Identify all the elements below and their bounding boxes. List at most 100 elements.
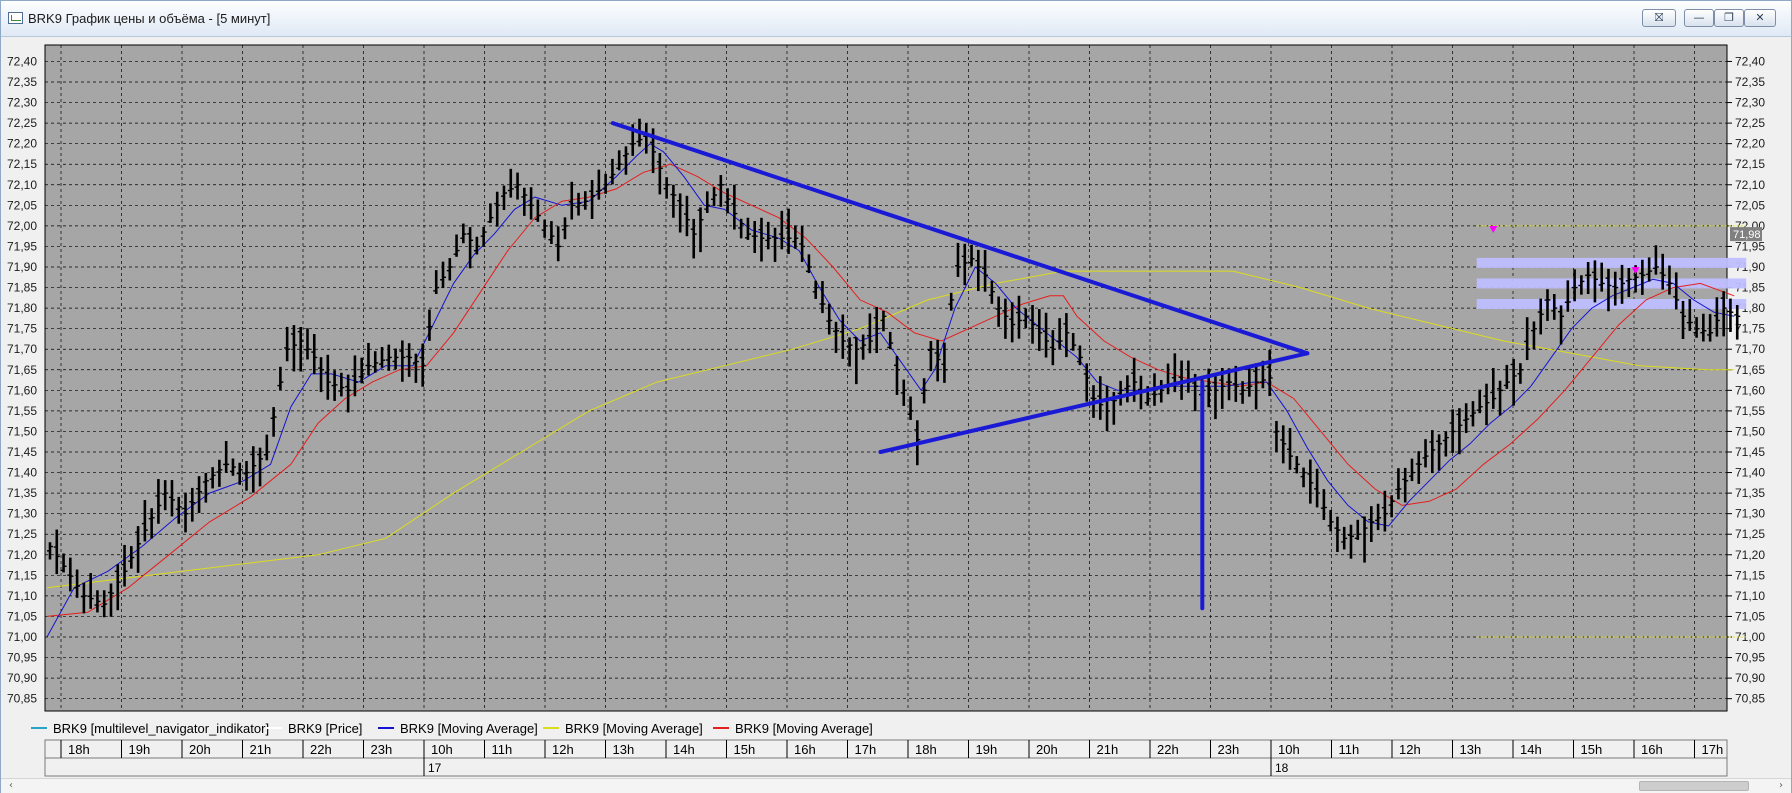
legend-label: BRK9 [Moving Average] — [400, 721, 538, 736]
y-tick-label-right: 70,90 — [1735, 671, 1765, 685]
y-tick-label-left: 72,40 — [7, 54, 37, 68]
y-tick-label-left: 71,00 — [7, 630, 37, 644]
legend-label: BRK9 [multilevel_navigator_indikator] — [53, 721, 269, 736]
hour-label: 23h — [371, 742, 393, 757]
y-tick-label-left: 71,70 — [7, 342, 37, 356]
hour-label: 22h — [1157, 742, 1179, 757]
level-band — [1476, 278, 1747, 289]
pin-window-button[interactable]: ⛝ — [1642, 9, 1676, 27]
y-tick-label-right: 72,35 — [1735, 75, 1765, 89]
hour-label: 23h — [1218, 742, 1240, 757]
price-chart[interactable]: 72,40 72,40 72,35 72,35 72,30 72,30 72,25 72,25… — [1, 37, 1791, 778]
hour-label: 16h — [1641, 742, 1663, 757]
y-tick-label-left: 72,20 — [7, 137, 37, 151]
y-tick-label-left: 72,05 — [7, 198, 37, 212]
hour-label: 20h — [189, 742, 211, 757]
y-tick-label-left: 71,75 — [7, 322, 37, 336]
y-tick-label-right: 72,40 — [1735, 54, 1765, 68]
y-tick-label-right: 71,15 — [1735, 568, 1765, 582]
y-tick-label-left: 71,05 — [7, 609, 37, 623]
legend-label: BRK9 [Moving Average] — [565, 721, 703, 736]
y-tick-label-left: 71,55 — [7, 404, 37, 418]
close-button[interactable]: ✕ — [1744, 9, 1776, 27]
hour-label: 11h — [1339, 742, 1360, 757]
y-tick-label-right: 70,95 — [1735, 651, 1765, 665]
y-tick-label-right: 71,55 — [1735, 404, 1765, 418]
horizontal-scrollbar[interactable]: ‹ › — [1, 778, 1791, 793]
y-tick-label-left: 70,85 — [7, 692, 37, 706]
day-label: 18 — [1275, 761, 1289, 775]
y-tick-label-right: 71,05 — [1735, 609, 1765, 623]
scroll-thumb[interactable] — [1639, 781, 1749, 791]
legend-label: BRK9 [Moving Average] — [735, 721, 873, 736]
hour-label: 10h — [431, 742, 453, 757]
y-tick-label-right: 72,20 — [1735, 137, 1765, 151]
y-tick-label-left: 71,60 — [7, 383, 37, 397]
y-tick-label-left: 71,85 — [7, 281, 37, 295]
y-tick-label-left: 71,20 — [7, 548, 37, 562]
hour-label: 22h — [310, 742, 332, 757]
day-label: 17 — [428, 761, 442, 775]
y-tick-label-left: 72,10 — [7, 178, 37, 192]
hour-label: 10h — [1278, 742, 1300, 757]
y-tick-label-left: 71,15 — [7, 568, 37, 582]
y-tick-label-left: 71,95 — [7, 239, 37, 253]
window-title: BRK9 График цены и объёма - [5 минут] — [28, 11, 271, 26]
y-tick-label-left: 72,30 — [7, 96, 37, 110]
chart-app-icon — [8, 12, 23, 24]
y-tick-label-right: 71,35 — [1735, 486, 1765, 500]
hour-label: 18h — [915, 742, 937, 757]
y-tick-label-right: 71,10 — [1735, 589, 1765, 603]
hour-label: 21h — [250, 742, 272, 757]
legend-label: BRK9 [Price] — [288, 721, 362, 736]
hour-label: 13h — [1460, 742, 1482, 757]
hour-label: 19h — [129, 742, 151, 757]
y-tick-label-right: 71,60 — [1735, 383, 1765, 397]
title-bar[interactable]: BRK9 График цены и объёма - [5 минут] ⛝ … — [1, 1, 1791, 37]
y-tick-label-left: 72,35 — [7, 75, 37, 89]
y-tick-label-left: 70,90 — [7, 671, 37, 685]
y-tick-label-right: 71,30 — [1735, 507, 1765, 521]
y-tick-label-right: 72,15 — [1735, 157, 1765, 171]
y-tick-label-left: 72,15 — [7, 157, 37, 171]
hour-label: 20h — [1036, 742, 1058, 757]
y-tick-label-left: 72,25 — [7, 116, 37, 130]
y-tick-label-right: 71,00 — [1735, 630, 1765, 644]
level-band — [1476, 257, 1747, 268]
current-price-label: 71,98 — [1733, 229, 1761, 241]
hour-label: 13h — [613, 742, 635, 757]
y-tick-label-right: 71,25 — [1735, 527, 1765, 541]
y-tick-label-right: 71,45 — [1735, 445, 1765, 459]
y-tick-label-right: 71,70 — [1735, 342, 1765, 356]
hour-label: 19h — [976, 742, 998, 757]
scroll-left-arrow-icon[interactable]: ‹ — [3, 779, 19, 793]
hour-label: 12h — [552, 742, 574, 757]
y-tick-label-right: 72,10 — [1735, 178, 1765, 192]
y-tick-label-left: 70,95 — [7, 651, 37, 665]
hour-label: 15h — [734, 742, 756, 757]
y-tick-label-left: 71,45 — [7, 445, 37, 459]
minimize-button[interactable]: — — [1684, 9, 1714, 27]
scroll-right-arrow-icon[interactable]: › — [1773, 779, 1789, 793]
y-tick-label-right: 71,50 — [1735, 424, 1765, 438]
y-tick-label-right: 72,05 — [1735, 198, 1765, 212]
y-tick-label-right: 71,95 — [1735, 239, 1765, 253]
hour-label: 17h — [855, 742, 877, 757]
y-tick-label-left: 71,90 — [7, 260, 37, 274]
maximize-button[interactable]: ❐ — [1714, 9, 1744, 27]
hour-label: 12h — [1399, 742, 1421, 757]
y-tick-label-right: 72,25 — [1735, 116, 1765, 130]
hour-label: 21h — [1097, 742, 1119, 757]
hour-label: 18h — [68, 742, 90, 757]
y-tick-label-right: 72,30 — [1735, 96, 1765, 110]
y-tick-label-left: 72,00 — [7, 219, 37, 233]
y-tick-label-right: 71,20 — [1735, 548, 1765, 562]
y-tick-label-right: 71,65 — [1735, 363, 1765, 377]
hour-label: 17h — [1702, 742, 1724, 757]
y-tick-label-left: 71,65 — [7, 363, 37, 377]
y-tick-label-right: 70,85 — [1735, 692, 1765, 706]
y-tick-label-left: 71,30 — [7, 507, 37, 521]
hour-label: 14h — [673, 742, 695, 757]
y-tick-label-left: 71,50 — [7, 424, 37, 438]
y-tick-label-left: 71,40 — [7, 466, 37, 480]
